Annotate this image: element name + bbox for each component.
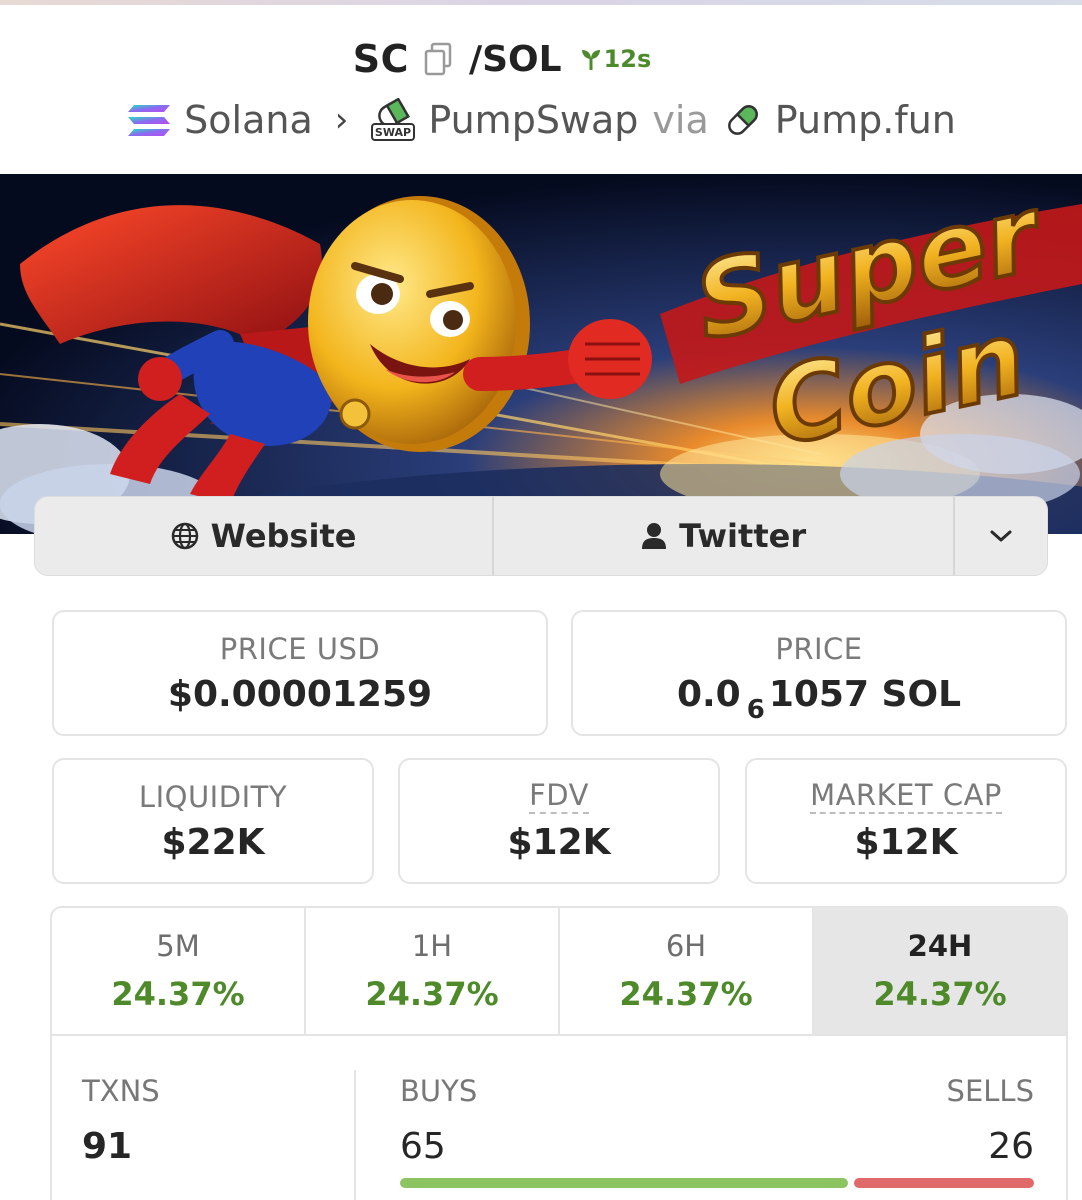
pumpswap-icon: SWAP (371, 98, 416, 141)
price-native-zero-count: 6 (746, 694, 765, 725)
price-native-prefix: 0.0 (676, 673, 741, 715)
price-change-value: 24.37% (619, 975, 753, 1013)
price-change-value: 24.37% (365, 975, 499, 1013)
txns-divider (354, 1070, 356, 1200)
liquidity-label: LIQUIDITY (138, 779, 288, 814)
price-usd-label: PRICE USD (219, 631, 381, 666)
user-icon (642, 523, 667, 549)
twitter-label: Twitter (679, 517, 807, 555)
buys-value: 65 (400, 1126, 446, 1167)
price-usd-value: $0.00001259 (167, 673, 433, 715)
fdv-label[interactable]: FDV (529, 778, 589, 815)
market-cap-label[interactable]: MARKET CAP (810, 778, 1002, 815)
website-button[interactable]: Website (35, 497, 495, 575)
dex-link[interactable]: SWAP PumpSwap (370, 98, 638, 142)
market-cap-card[interactable]: MARKET CAP $12K (745, 758, 1067, 884)
swap-badge-text: SWAP (375, 126, 411, 139)
dex-name: PumpSwap (428, 98, 639, 142)
launchpad-name: Pump.fun (774, 98, 956, 142)
txns-label: TXNS (82, 1074, 160, 1108)
tab-label: 1H (411, 929, 453, 963)
price-native-label: PRICE (775, 631, 863, 666)
tab-5m[interactable]: 5M 24.37% (52, 908, 306, 1034)
tab-label: 6H (665, 929, 707, 963)
txns-value: 91 (82, 1126, 133, 1167)
twitter-button[interactable]: Twitter (494, 497, 956, 575)
top-accent-line (0, 0, 1082, 5)
launchpad-link[interactable]: Pump.fun (723, 98, 956, 142)
buys-bar (400, 1178, 848, 1188)
tab-label: 24H (907, 929, 973, 963)
pair-age-text: 12s (603, 45, 652, 73)
price-native-value: 0.0 6 1057 SOL (676, 673, 962, 725)
tab-6h[interactable]: 6H 24.37% (560, 908, 814, 1034)
sells-value: 26 (988, 1126, 1034, 1167)
sells-bar (854, 1178, 1034, 1188)
timeframe-tabs: 5M 24.37% 1H 24.37% 6H 24.37% 24H 24.37% (50, 906, 1068, 1036)
chain-link[interactable]: Solana (126, 98, 313, 142)
price-usd-card: PRICE USD $0.00001259 (52, 610, 548, 736)
breadcrumb: Solana › SWAP PumpSwap via Pump.fun (0, 96, 1082, 144)
liquidity-value: $22K (161, 821, 265, 863)
chevron-right-icon: › (334, 100, 349, 140)
tab-24h[interactable]: 24H 24.37% (814, 908, 1066, 1034)
chain-name: Solana (184, 98, 313, 142)
copy-icon[interactable] (423, 42, 453, 76)
pill-icon (727, 105, 758, 135)
pair-age: 12s (580, 45, 652, 73)
buys-label: BUYS (400, 1074, 478, 1108)
chevron-down-icon (990, 530, 1012, 542)
price-native-suffix: 1057 SOL (768, 673, 962, 715)
sells-label: SELLS (946, 1074, 1034, 1108)
social-links-bar: Website Twitter (34, 496, 1048, 576)
fdv-value: $12K (507, 822, 611, 864)
market-cap-value: $12K (854, 822, 958, 864)
liquidity-card: LIQUIDITY $22K (52, 758, 374, 884)
pair-title-row: SC /SOL 12s (0, 36, 1082, 82)
tab-label: 5M (156, 929, 200, 963)
tab-1h[interactable]: 1H 24.37% (306, 908, 560, 1034)
fdv-card[interactable]: FDV $12K (398, 758, 720, 884)
website-label: Website (210, 517, 357, 555)
price-native-card: PRICE 0.0 6 1057 SOL (571, 610, 1067, 736)
sprout-icon (581, 50, 600, 70)
solana-icon (128, 105, 171, 136)
price-change-value: 24.37% (111, 975, 245, 1013)
quote-symbol: /SOL (468, 38, 562, 80)
token-banner-image: Super Coin (0, 174, 1082, 534)
via-text: via (652, 98, 709, 142)
token-symbol: SC (352, 37, 409, 81)
transactions-panel: TXNS 91 BUYS 65 SELLS 26 (50, 1034, 1068, 1200)
globe-icon (171, 522, 198, 550)
price-change-value: 24.37% (873, 975, 1007, 1013)
more-links-button[interactable] (955, 497, 1047, 575)
